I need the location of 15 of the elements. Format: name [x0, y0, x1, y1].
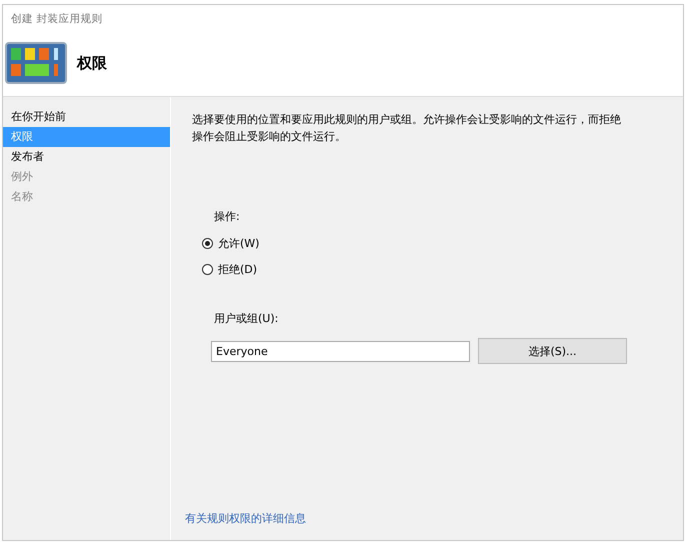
action-label: 操作: [214, 209, 241, 224]
help-link[interactable]: 有关规则权限的详细信息 [185, 511, 306, 526]
user-group-field[interactable]: Everyone [211, 340, 470, 362]
sidebar-item[interactable]: 发布者 [3, 147, 170, 167]
radio-label: 允许(W) [218, 236, 260, 251]
app-rules-icon [5, 42, 67, 84]
radio-button[interactable] [202, 264, 213, 275]
sidebar-item[interactable]: 在你开始前 [3, 107, 170, 127]
description-text: 选择要使用的位置和要应用此规则的用户或组。允许操作会让受影响的文件运行，而拒绝操作会阻止受影响的文件运行。 [192, 112, 622, 145]
radio-label: 拒绝(D) [218, 262, 258, 277]
user-group-label: 用户或组(U): [214, 311, 280, 326]
page-title: 权限 [77, 54, 107, 72]
window-title: 创建 封装应用规则 [10, 12, 104, 27]
select-button[interactable]: 选择(S)... [478, 338, 627, 364]
radio-button[interactable] [202, 238, 213, 249]
